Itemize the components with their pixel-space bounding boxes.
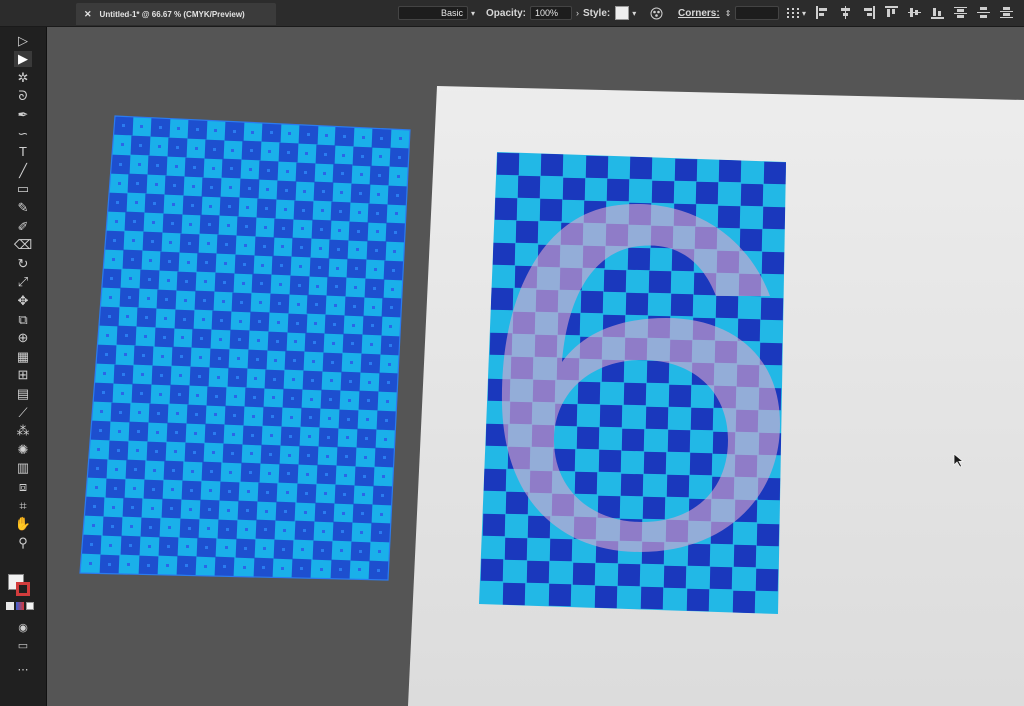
pen-tool-icon[interactable]: ✒: [14, 106, 32, 122]
perspective-grid-tool-icon[interactable]: ▦: [14, 348, 32, 364]
align-top-icon[interactable]: [885, 6, 898, 19]
align-horizontal-center-icon[interactable]: [839, 6, 852, 19]
numeral-six-shape: 6: [501, 203, 780, 552]
graphic-style-swatch[interactable]: [615, 6, 630, 20]
color-mode-buttons[interactable]: [6, 602, 34, 610]
eyedropper-tool-icon[interactable]: ⟋: [14, 404, 32, 420]
brush-preset-value: Basic: [440, 8, 463, 18]
color-mode-icon[interactable]: [6, 602, 14, 610]
gradient-mode-icon[interactable]: [16, 602, 24, 610]
distribute-top-icon[interactable]: [954, 6, 967, 19]
opacity-value: 100%: [535, 8, 559, 18]
puppet-warp-tool-icon[interactable]: ✥: [14, 292, 32, 308]
opacity-label: Opacity:: [486, 7, 527, 19]
opacity-input[interactable]: 100%: [530, 6, 573, 20]
zoom-tool-icon[interactable]: ⚲: [14, 534, 32, 550]
more-tools-icon[interactable]: ⋯: [14, 662, 32, 678]
free-transform-tool-icon[interactable]: ⧉: [14, 311, 32, 327]
hand-tool-icon[interactable]: ✋: [14, 516, 32, 532]
document-tab[interactable]: ✕ Untitled-1* @ 66.67 % (CMYK/Preview): [76, 3, 276, 25]
draw-normal-icon[interactable]: ◉: [14, 620, 32, 636]
screen-mode-icon[interactable]: ▭: [14, 638, 32, 654]
selection-tool-icon[interactable]: ▷: [14, 32, 32, 48]
shaper-tool-icon[interactable]: ✐: [14, 218, 32, 234]
align-right-icon[interactable]: [862, 6, 875, 19]
curvature-tool-icon[interactable]: ∽: [14, 125, 32, 141]
transform-grid-button[interactable]: ▾: [786, 0, 806, 26]
chevron-down-icon[interactable]: ▾: [632, 9, 636, 18]
paintbrush-tool-icon[interactable]: ✎: [14, 199, 32, 215]
chevron-down-icon[interactable]: ▾: [471, 9, 475, 18]
corners-input[interactable]: [735, 6, 780, 20]
column-graph-tool-icon[interactable]: ▥: [14, 460, 32, 476]
rotate-tool-icon[interactable]: ↻: [14, 255, 32, 271]
gradient-tool-icon[interactable]: ▤: [14, 385, 32, 401]
distribute-bottom-icon[interactable]: [1000, 6, 1013, 19]
magic-wand-tool-icon[interactable]: ✲: [14, 69, 32, 85]
type-tool-icon[interactable]: T: [14, 144, 32, 160]
style-label: Style:: [583, 7, 611, 19]
document-title: Untitled-1* @ 66.67 % (CMYK/Preview): [99, 9, 245, 19]
distribute-vertical-center-icon[interactable]: [977, 6, 990, 19]
style-group: Style: ▾: [583, 0, 636, 26]
align-left-icon[interactable]: [816, 6, 829, 19]
blend-tool-icon[interactable]: ⁂: [14, 423, 32, 439]
chevron-right-icon[interactable]: ›: [576, 8, 579, 18]
rectangle-tool-icon[interactable]: ▭: [14, 181, 32, 197]
opacity-group: Opacity: 100% ›: [486, 0, 579, 26]
none-mode-icon[interactable]: [26, 602, 34, 610]
symbol-sprayer-tool-icon[interactable]: ✺: [14, 441, 32, 457]
direct-selection-tool-icon[interactable]: ▶: [14, 50, 32, 67]
mesh-tool-icon[interactable]: ⊞: [14, 367, 32, 383]
slice-tool-icon[interactable]: ⌗: [14, 497, 32, 513]
brush-preset-group[interactable]: Basic ▾: [398, 0, 475, 26]
stroke-swatch[interactable]: [16, 582, 30, 596]
scale-tool-icon[interactable]: ⤢: [14, 274, 32, 290]
close-icon[interactable]: ✕: [84, 9, 92, 20]
tools-panel: ▷ ▶ ✲ ᘐ ✒ ∽ T ╱ ▭ ✎ ✐ ⌫ ↻ ⤢ ✥ ⧉ ⊕ ▦ ⊞ ▤ ⟋ ⁂ ✺ ▥ ⧈ ⌗ ✋ ⚲ ◉ ▭ ⋯: [0, 26, 47, 706]
align-bottom-icon[interactable]: [931, 6, 944, 19]
recolor-artwork-icon: [650, 7, 663, 19]
shape-builder-tool-icon[interactable]: ⊕: [14, 330, 32, 346]
line-segment-tool-icon[interactable]: ╱: [14, 162, 32, 178]
illustrator-window: 6 ▷ ▶ ✲ ᘐ ✒ ∽ T ╱ ▭ ✎ ✐ ⌫ ↻ ⤢ ✥ ⧉ ⊕ ▦ ⊞ ▤ ⟋ ⁂ ✺ ▥ ⧈ ⌗ ✋ ⚲ ◉ ▭ ⋯ Basic …: [0, 0, 1024, 706]
align-buttons: [816, 6, 1013, 19]
corners-stepper-icon[interactable]: ⇕: [725, 9, 732, 18]
eraser-tool-icon[interactable]: ⌫: [14, 237, 32, 253]
artboard-tool-icon[interactable]: ⧈: [14, 478, 32, 494]
fill-stroke-swatches[interactable]: [8, 574, 32, 598]
recolor-artwork-button[interactable]: [650, 0, 663, 26]
mouse-cursor-icon: [953, 453, 965, 468]
brush-definition-select[interactable]: Basic: [398, 6, 468, 20]
corners-group: Corners: ⇕: [678, 0, 780, 26]
reference-point-grid-icon: [787, 8, 799, 18]
corners-label[interactable]: Corners:: [678, 8, 720, 19]
align-vertical-center-icon[interactable]: [908, 6, 921, 19]
lasso-tool-icon[interactable]: ᘐ: [14, 88, 32, 104]
chevron-down-icon[interactable]: ▾: [802, 9, 806, 18]
